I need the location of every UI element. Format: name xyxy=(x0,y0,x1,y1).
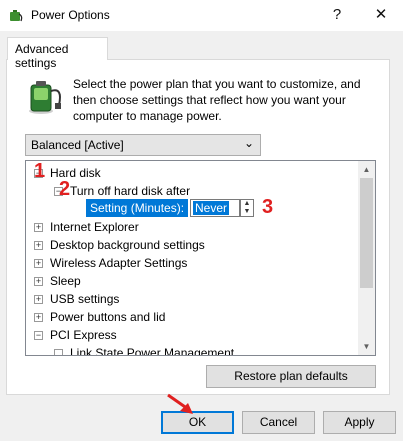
title-bar: Power Options ? ✕ xyxy=(0,0,403,31)
tree-item-label: Wireless Adapter Settings xyxy=(50,256,188,270)
chevron-down-icon: ⌄ xyxy=(243,136,254,150)
tree-item-label: USB settings xyxy=(50,292,120,306)
expand-icon[interactable]: + xyxy=(34,277,43,286)
apply-button[interactable]: Apply xyxy=(323,411,396,434)
tree-item-label: Internet Explorer xyxy=(50,220,139,234)
restore-defaults-button[interactable]: Restore plan defaults xyxy=(206,365,376,388)
tab-advanced-settings[interactable]: Advanced settings xyxy=(7,37,108,70)
scroll-down-icon[interactable]: ▼ xyxy=(358,338,375,355)
scroll-thumb[interactable] xyxy=(360,178,373,288)
expand-icon[interactable]: + xyxy=(34,241,43,250)
annotation-number-2: 2 xyxy=(59,178,71,200)
settings-tree[interactable]: − Hard disk − Turn off hard disk after +… xyxy=(25,160,376,356)
window-title: Power Options xyxy=(31,8,110,22)
red-arrow-icon xyxy=(167,393,193,414)
description-text: Select the power plan that you want to c… xyxy=(73,77,361,123)
tree-item-label: Power buttons and lid xyxy=(50,310,166,324)
collapse-icon[interactable] xyxy=(54,349,63,355)
expand-icon[interactable]: + xyxy=(34,259,43,268)
spinner-arrows-icon[interactable]: ▲ ▼ xyxy=(240,199,254,217)
power-options-icon xyxy=(10,10,23,22)
close-button[interactable]: ✕ xyxy=(366,2,396,28)
tab-label: Advanced settings xyxy=(15,42,69,70)
tree-item-label: Link State Power Management xyxy=(70,346,235,356)
power-plan-value: Balanced [Active] xyxy=(31,138,124,152)
tree-item-label: PCI Express xyxy=(50,328,117,342)
tree-scrollbar[interactable]: ▲ ▼ xyxy=(358,161,375,355)
setting-minutes-label: Setting (Minutes): xyxy=(86,199,189,217)
tree-item-label: Turn off hard disk after xyxy=(70,184,191,198)
tree-item-label: Sleep xyxy=(50,274,81,288)
setting-minutes-value: Never xyxy=(193,201,230,215)
expand-icon[interactable]: + xyxy=(34,295,43,304)
help-button[interactable]: ? xyxy=(322,2,352,28)
cancel-button[interactable]: Cancel xyxy=(242,411,315,434)
scroll-up-icon[interactable]: ▲ xyxy=(358,161,375,178)
power-plan-dropdown[interactable]: Balanced [Active] ⌄ xyxy=(25,134,261,156)
annotation-number-3: 3 xyxy=(262,196,274,218)
expand-icon[interactable]: + xyxy=(34,223,43,232)
expand-icon[interactable]: + xyxy=(34,313,43,322)
annotation-number-1: 1 xyxy=(34,160,46,182)
tree-item-label: Desktop background settings xyxy=(50,238,205,252)
battery-icon xyxy=(29,81,61,114)
tree-item-label: Hard disk xyxy=(50,166,101,180)
setting-minutes-input[interactable]: Never xyxy=(190,199,240,217)
collapse-icon[interactable]: − xyxy=(34,331,43,340)
